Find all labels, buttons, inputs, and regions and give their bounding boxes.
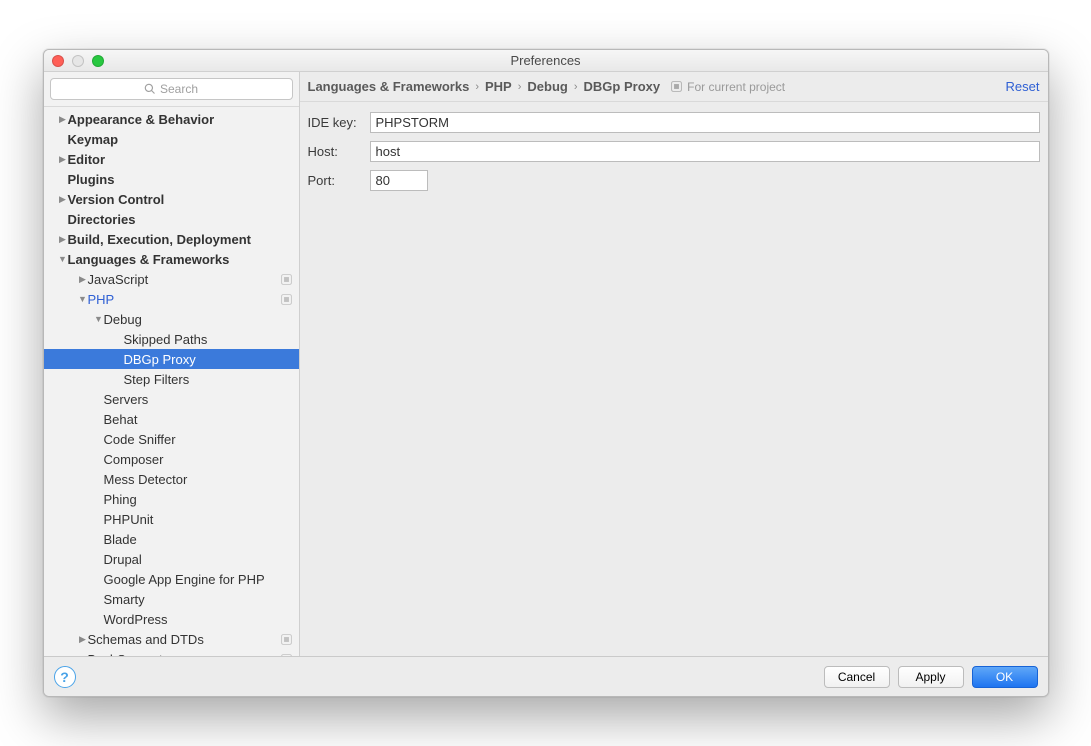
tree-appearance[interactable]: ▶Appearance & Behavior: [44, 109, 299, 129]
ide-key-input[interactable]: [370, 112, 1040, 133]
window-title: Preferences: [44, 53, 1048, 68]
project-scope-icon: [280, 273, 293, 286]
tree-plugins[interactable]: Plugins: [44, 169, 299, 189]
ok-button[interactable]: OK: [972, 666, 1038, 688]
tree-build[interactable]: ▶Build, Execution, Deployment: [44, 229, 299, 249]
chevron-right-icon: ›: [572, 81, 580, 93]
ide-key-label: IDE key:: [308, 115, 370, 130]
tree-behat[interactable]: Behat: [44, 409, 299, 429]
tree-phing[interactable]: Phing: [44, 489, 299, 509]
tree-drupal[interactable]: Drupal: [44, 549, 299, 569]
preferences-tree[interactable]: ▶Appearance & Behavior Keymap ▶Editor Pl…: [44, 107, 299, 656]
tree-php[interactable]: ▼PHP: [44, 289, 299, 309]
chevron-right-icon: ›: [473, 81, 481, 93]
tree-gae[interactable]: Google App Engine for PHP: [44, 569, 299, 589]
dbgp-proxy-form: IDE key: Host: Port:: [300, 102, 1048, 209]
help-button[interactable]: ?: [54, 666, 76, 688]
tree-directories[interactable]: Directories: [44, 209, 299, 229]
breadcrumb-item[interactable]: Languages & Frameworks: [308, 79, 470, 94]
search-icon: [144, 83, 156, 95]
scope-label: For current project: [670, 80, 785, 94]
project-scope-icon: [670, 80, 683, 93]
tree-skipped-paths[interactable]: Skipped Paths: [44, 329, 299, 349]
project-scope-icon: [280, 653, 293, 657]
breadcrumb-bar: Languages & Frameworks › PHP › Debug › D…: [300, 72, 1048, 102]
port-input[interactable]: [370, 170, 428, 191]
preferences-sidebar: Search ▶Appearance & Behavior Keymap ▶Ed…: [44, 72, 300, 656]
tree-phpunit[interactable]: PHPUnit: [44, 509, 299, 529]
search-placeholder: Search: [160, 82, 198, 96]
tree-javascript[interactable]: ▶JavaScript: [44, 269, 299, 289]
host-label: Host:: [308, 144, 370, 159]
tree-languages[interactable]: ▼Languages & Frameworks: [44, 249, 299, 269]
tree-step-filters[interactable]: Step Filters: [44, 369, 299, 389]
tree-blade[interactable]: Blade: [44, 529, 299, 549]
reset-link[interactable]: Reset: [1006, 79, 1040, 94]
breadcrumb-item[interactable]: Debug: [527, 79, 567, 94]
breadcrumb-item[interactable]: PHP: [485, 79, 512, 94]
project-scope-icon: [280, 293, 293, 306]
project-scope-icon: [280, 633, 293, 646]
tree-bashsupport[interactable]: BashSupport: [44, 649, 299, 656]
tree-editor[interactable]: ▶Editor: [44, 149, 299, 169]
apply-button[interactable]: Apply: [898, 666, 964, 688]
port-label: Port:: [308, 173, 370, 188]
tree-mess-detector[interactable]: Mess Detector: [44, 469, 299, 489]
tree-debug[interactable]: ▼Debug: [44, 309, 299, 329]
tree-smarty[interactable]: Smarty: [44, 589, 299, 609]
chevron-right-icon: ›: [516, 81, 524, 93]
tree-vcs[interactable]: ▶Version Control: [44, 189, 299, 209]
cancel-button[interactable]: Cancel: [824, 666, 890, 688]
titlebar: Preferences: [44, 50, 1048, 72]
content-pane: Languages & Frameworks › PHP › Debug › D…: [300, 72, 1048, 656]
tree-composer[interactable]: Composer: [44, 449, 299, 469]
search-input[interactable]: Search: [50, 78, 293, 100]
tree-servers[interactable]: Servers: [44, 389, 299, 409]
preferences-window: Preferences Search ▶Appearance & Behavio…: [43, 49, 1049, 697]
host-input[interactable]: [370, 141, 1040, 162]
breadcrumb-item: DBGp Proxy: [584, 79, 661, 94]
tree-dbgp-proxy[interactable]: DBGp Proxy: [44, 349, 299, 369]
tree-code-sniffer[interactable]: Code Sniffer: [44, 429, 299, 449]
tree-keymap[interactable]: Keymap: [44, 129, 299, 149]
dialog-footer: ? Cancel Apply OK: [44, 656, 1048, 696]
tree-wordpress[interactable]: WordPress: [44, 609, 299, 629]
tree-schemas[interactable]: ▶Schemas and DTDs: [44, 629, 299, 649]
